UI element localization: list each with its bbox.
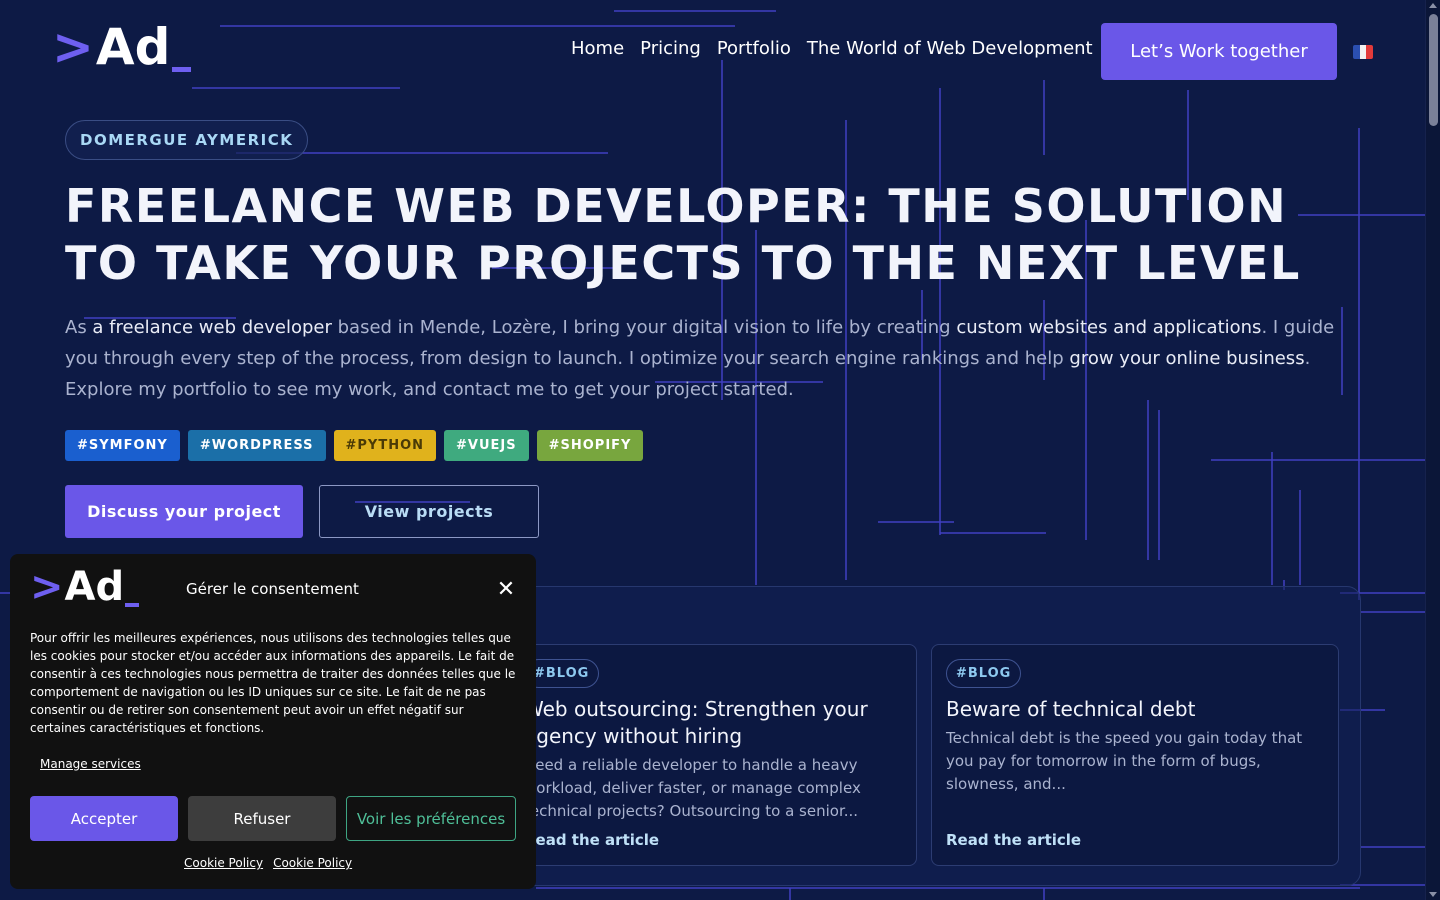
view-preferences-button[interactable]: Voir les préférences [346, 796, 516, 841]
main-nav: Home Pricing Portfolio The World of Web … [571, 38, 1093, 59]
logo-underscore [125, 603, 140, 607]
tech-tags: #SYMFONY #WORDPRESS #PYTHON #VUEJS #SHOP… [65, 430, 644, 461]
discuss-project-button[interactable]: Discuss your project [65, 485, 303, 538]
nav-item-pricing[interactable]: Pricing [640, 38, 701, 59]
read-article-link[interactable]: Read the article [946, 831, 1081, 849]
blog-card-title[interactable]: Beware of technical debt [946, 696, 1324, 723]
nav-item-portfolio[interactable]: Portfolio [717, 38, 791, 59]
blog-card-excerpt: Need a reliable developer to handle a he… [524, 756, 861, 820]
nav-item-home[interactable]: Home [571, 38, 624, 59]
intro-text-2: based in Mende, Lozère, I bring your dig… [331, 317, 957, 338]
blog-card-tag: #BLOG [946, 659, 1022, 688]
nav-item-web-development[interactable]: The World of Web Development [807, 38, 1093, 59]
site-header: > Ad Home Pricing Portfolio The World of… [0, 0, 1425, 100]
close-icon[interactable]: ✕ [496, 579, 516, 601]
scroll-up-arrow-icon[interactable] [1429, 3, 1437, 8]
blog-card-title[interactable]: Web outsourcing: Strengthen your agency … [524, 696, 902, 750]
accept-cookies-button[interactable]: Accepter [30, 796, 178, 841]
tag-python: #PYTHON [333, 430, 437, 461]
cookie-dialog-text: Pour offrir les meilleures expériences, … [30, 631, 516, 735]
author-name-badge: DOMERGUE AYMERICK [65, 120, 309, 160]
site-logo[interactable]: > Ad [52, 18, 192, 76]
scroll-down-arrow-icon[interactable] [1429, 892, 1437, 897]
tag-vuejs: #VUEJS [444, 430, 529, 461]
cookie-dialog-logo: > Ad [30, 564, 140, 610]
refuse-cookies-button[interactable]: Refuser [188, 796, 336, 841]
blog-card-excerpt: Technical debt is the speed you gain tod… [946, 729, 1303, 793]
cookie-dialog-title: Gérer le consentement [186, 580, 359, 598]
tag-wordpress: #WORDPRESS [187, 430, 326, 461]
intro-paragraph: As a freelance web developer based in Me… [65, 312, 1355, 405]
work-together-button[interactable]: Let’s Work together [1101, 23, 1337, 80]
blog-card[interactable]: #BLOG Web outsourcing: Strengthen your a… [509, 644, 917, 866]
intro-highlight-grow: grow your online business [1069, 348, 1305, 369]
read-article-link[interactable]: Read the article [524, 831, 659, 849]
logo-letters: Ad [64, 564, 125, 610]
intro-text-1: As [65, 317, 93, 338]
view-projects-button[interactable]: View projects [319, 485, 539, 538]
blog-card[interactable]: #BLOG Beware of technical debt Technical… [931, 644, 1339, 866]
page-scrollbar[interactable] [1425, 0, 1440, 900]
cookie-consent-dialog: > Ad Gérer le consentement ✕ Pour offrir… [10, 554, 536, 889]
intro-highlight-custom: custom websites and applications [956, 317, 1262, 338]
cookie-policy-link[interactable]: Cookie Policy [184, 856, 263, 870]
intro-highlight-freelance: a freelance web developer [92, 317, 332, 338]
page-title: FREELANCE WEB DEVELOPER: THE SOLUTION TO… [65, 179, 1301, 290]
tag-shopify: #SHOPIFY [536, 430, 644, 461]
scrollbar-thumb[interactable] [1429, 14, 1438, 126]
cookie-policy-links: Cookie Policy Cookie Policy [184, 856, 352, 870]
tag-symfony: #SYMFONY [65, 430, 180, 461]
logo-letters: Ad [95, 18, 171, 76]
french-flag-icon[interactable] [1353, 45, 1373, 59]
manage-services-link[interactable]: Manage services [40, 757, 141, 771]
logo-chevron: > [52, 18, 94, 76]
logo-underscore [172, 67, 192, 72]
cookie-policy-link[interactable]: Cookie Policy [273, 856, 352, 870]
logo-chevron: > [30, 564, 64, 610]
